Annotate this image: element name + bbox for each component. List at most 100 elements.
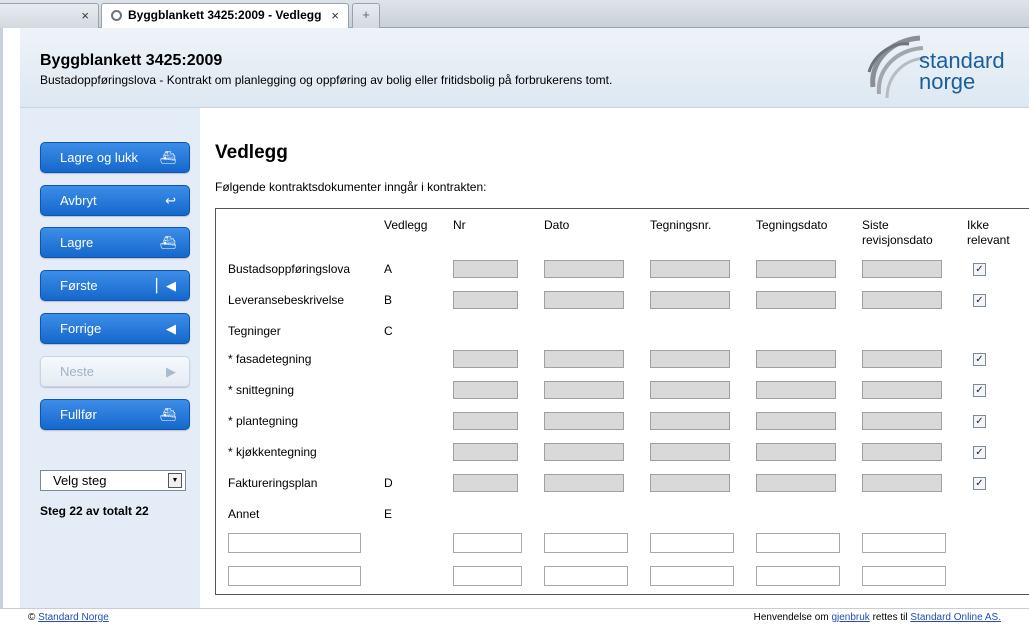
intro-text: Følgende kontraktsdokumenter inngår i ko… xyxy=(215,180,487,194)
tab-current[interactable]: Byggblankett 3425:2009 - Vedlegg × xyxy=(101,3,349,28)
tegningsnr-field xyxy=(650,260,730,278)
ikke-relevant-checkbox[interactable]: ✓ xyxy=(973,294,986,307)
copyright-symbol: © xyxy=(28,612,36,623)
save-and-close-button[interactable]: Lagre og lukk ⛴ xyxy=(40,142,190,173)
tegningsnr-field xyxy=(650,291,730,309)
button-label: Lagre xyxy=(60,235,94,250)
step-counter: Steg 22 av totalt 22 xyxy=(40,504,149,518)
footer-text-before: Henvendelse om xyxy=(753,612,829,623)
row-code: E xyxy=(384,507,393,521)
tegningsdato-field xyxy=(756,474,836,492)
standard-norge-link[interactable]: Standard Norge xyxy=(38,612,109,623)
row-code: B xyxy=(384,293,393,307)
row-code: D xyxy=(384,476,393,490)
annet-revisjonsdato-input[interactable] xyxy=(862,566,946,586)
nr-field xyxy=(453,350,518,368)
column-header-siste-revisjonsdato: Siste revisjonsdato xyxy=(862,218,933,247)
nr-field xyxy=(453,443,518,461)
tab-previous[interactable]: × xyxy=(0,3,99,28)
dato-field xyxy=(544,474,624,492)
form-description: Bustadoppføringslova - Kontrakt om planl… xyxy=(40,73,613,87)
tab-title: Byggblankett 3425:2009 - Vedlegg xyxy=(128,8,322,22)
column-header-nr: Nr xyxy=(453,218,466,232)
button-label: Lagre og lukk xyxy=(60,150,139,165)
column-header-dato: Dato xyxy=(544,218,570,232)
save-close-icon: ⛴ xyxy=(159,150,176,165)
button-label: Avbryt xyxy=(60,193,97,208)
row-label: * plantegning xyxy=(228,414,299,428)
standard-online-link[interactable]: Standard Online AS. xyxy=(910,612,1001,623)
tegningsnr-field xyxy=(650,443,730,461)
nr-field xyxy=(453,412,518,430)
row-label: Bustadsoppføringslova xyxy=(228,262,351,276)
ikke-relevant-checkbox[interactable]: ✓ xyxy=(973,353,986,366)
first-icon: ▏◀ xyxy=(156,278,176,293)
page-header: Byggblankett 3425:2009 Bustadoppføringsl… xyxy=(20,28,1029,108)
cancel-button[interactable]: Avbryt ↩ xyxy=(40,185,190,216)
undo-icon: ↩ xyxy=(165,193,176,208)
column-header-tegningsnr: Tegningsnr. xyxy=(650,218,712,232)
previous-icon: ◀ xyxy=(166,321,176,336)
annet-tegningsnr-input[interactable] xyxy=(650,533,734,553)
ikke-relevant-checkbox[interactable]: ✓ xyxy=(973,446,986,459)
annet-dato-input[interactable] xyxy=(544,566,628,586)
window-edge xyxy=(0,28,3,625)
siste-revisjonsdato-field xyxy=(862,260,942,278)
column-header-ikke-relevant: Ikke relevant xyxy=(967,218,1010,247)
dato-field xyxy=(544,291,624,309)
first-button[interactable]: Første ▏◀ xyxy=(40,270,190,301)
sidebar: Lagre og lukk ⛴ Avbryt ↩ Lagre ⛴ Første … xyxy=(20,108,200,608)
reuse-link[interactable]: gjenbruk xyxy=(831,612,869,623)
previous-button[interactable]: Forrige ◀ xyxy=(40,313,190,344)
dato-field xyxy=(544,443,624,461)
next-button[interactable]: Neste ▶ xyxy=(40,356,190,387)
siste-revisjonsdato-field xyxy=(862,381,942,399)
tegningsdato-field xyxy=(756,350,836,368)
annet-tegningsnr-input[interactable] xyxy=(650,566,734,586)
annet-name-input[interactable] xyxy=(228,566,361,586)
annet-revisjonsdato-input[interactable] xyxy=(862,533,946,553)
row-code: A xyxy=(384,262,393,276)
annet-name-input[interactable] xyxy=(228,533,361,553)
annet-tegningsdato-input[interactable] xyxy=(756,533,840,553)
siste-revisjonsdato-field xyxy=(862,291,942,309)
footer-text-middle: rettes til xyxy=(872,612,908,623)
annet-nr-input[interactable] xyxy=(453,566,522,586)
tegningsnr-field xyxy=(650,412,730,430)
tegningsnr-field xyxy=(650,381,730,399)
annet-tegningsdato-input[interactable] xyxy=(756,566,840,586)
page-title: Vedlegg xyxy=(215,142,288,163)
ikke-relevant-checkbox[interactable]: ✓ xyxy=(973,477,986,490)
tab-close-icon[interactable]: × xyxy=(331,4,339,27)
annet-nr-input[interactable] xyxy=(453,533,522,553)
tegningsdato-field xyxy=(756,260,836,278)
ikke-relevant-checkbox[interactable]: ✓ xyxy=(973,263,986,276)
row-label: Faktureringsplan xyxy=(228,476,318,490)
chevron-down-icon[interactable]: ▼ xyxy=(168,473,182,488)
save-button[interactable]: Lagre ⛴ xyxy=(40,227,190,258)
ikke-relevant-checkbox[interactable]: ✓ xyxy=(973,384,986,397)
annet-dato-input[interactable] xyxy=(544,533,628,553)
row-label: * kjøkkentegning xyxy=(228,445,317,459)
siste-revisjonsdato-field xyxy=(862,443,942,461)
nr-field xyxy=(453,381,518,399)
next-icon: ▶ xyxy=(166,364,176,379)
row-label: * fasadetegning xyxy=(228,352,312,366)
siste-revisjonsdato-field xyxy=(862,350,942,368)
logo-text-norge: norge xyxy=(919,69,976,94)
finish-button[interactable]: Fullfør ⛴ xyxy=(40,399,190,430)
column-header-vedlegg: Vedlegg xyxy=(384,218,428,232)
tab-close-icon[interactable]: × xyxy=(81,4,89,27)
browser-tab-strip: × Byggblankett 3425:2009 - Vedlegg × + xyxy=(0,0,1029,28)
ikke-relevant-checkbox[interactable]: ✓ xyxy=(973,415,986,428)
step-select[interactable]: Velg steg ▼ xyxy=(40,470,186,491)
dato-field xyxy=(544,350,624,368)
new-tab-button[interactable]: + xyxy=(352,3,380,28)
tegningsdato-field xyxy=(756,381,836,399)
tegningsdato-field xyxy=(756,443,836,461)
tegningsdato-field xyxy=(756,291,836,309)
row-label: * snittegning xyxy=(228,383,295,397)
row-code: C xyxy=(384,324,393,338)
button-label: Neste xyxy=(60,364,94,379)
tegningsnr-field xyxy=(650,474,730,492)
